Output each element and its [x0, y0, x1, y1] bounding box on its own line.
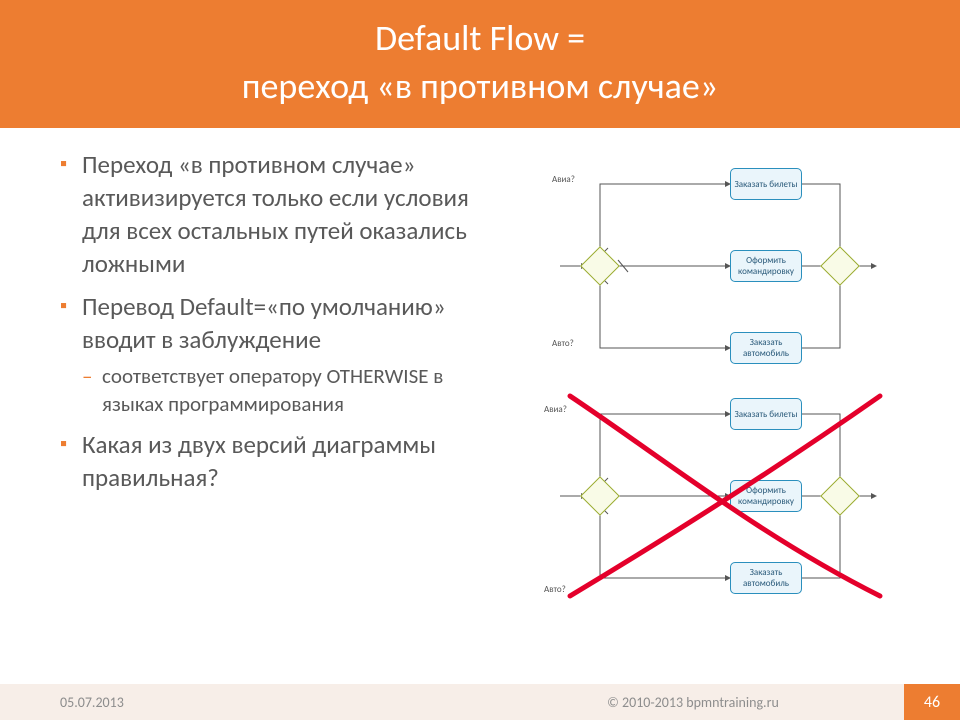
slide: Default Flow = переход «в противном случ…: [0, 0, 960, 720]
task-tickets-top: Заказать билеты: [730, 168, 802, 200]
bullet-1: Переход «в противном случае» активизируе…: [60, 148, 500, 280]
label-avto-bottom: Авто?: [544, 584, 566, 595]
title-bar: Default Flow = переход «в противном случ…: [0, 0, 960, 128]
diagram-bottom: Авиа? Авто? Заказать билеты Оформить ком…: [500, 386, 900, 606]
footer: 05.07.2013 © 2010-2013 bpmntraining.ru 4…: [0, 684, 960, 720]
diagram-column: Авиа? Авто? Заказать билеты Оформить ком…: [500, 148, 900, 606]
task-tickets-bottom: Заказать билеты: [730, 398, 802, 430]
text-column: Переход «в противном случае» активизируе…: [0, 148, 500, 606]
footer-copyright: © 2010-2013 bpmntraining.ru: [482, 694, 904, 711]
page-number: 46: [904, 684, 960, 720]
task-auto-bottom: Заказать автомобиль: [730, 562, 802, 594]
diagram-top: Авиа? Авто? Заказать билеты Оформить ком…: [500, 156, 900, 376]
bullet-2-sub-1: соответствует оператору OTHERWISE в язык…: [82, 362, 500, 418]
content-area: Переход «в противном случае» активизируе…: [0, 128, 960, 606]
bullet-3: Какая из двух версий диаграммы правильна…: [60, 428, 500, 494]
title-line-1: Default Flow =: [60, 14, 900, 62]
title-line-2: переход «в противном случае»: [60, 62, 900, 110]
label-avia-bottom: Авиа?: [544, 404, 567, 415]
label-avto-top: Авто?: [552, 338, 574, 349]
footer-date: 05.07.2013: [0, 694, 482, 711]
bullet-2: Перевод Default=«по умолчанию» вводит в …: [60, 290, 500, 418]
task-trip-bottom: Оформить командировку: [730, 480, 802, 512]
label-avia-top: Авиа?: [552, 174, 575, 185]
bullet-2-text: Перевод Default=«по умолчанию» вводит в …: [82, 291, 446, 355]
task-trip-top: Оформить командировку: [730, 250, 802, 282]
task-auto-top: Заказать автомобиль: [730, 332, 802, 364]
